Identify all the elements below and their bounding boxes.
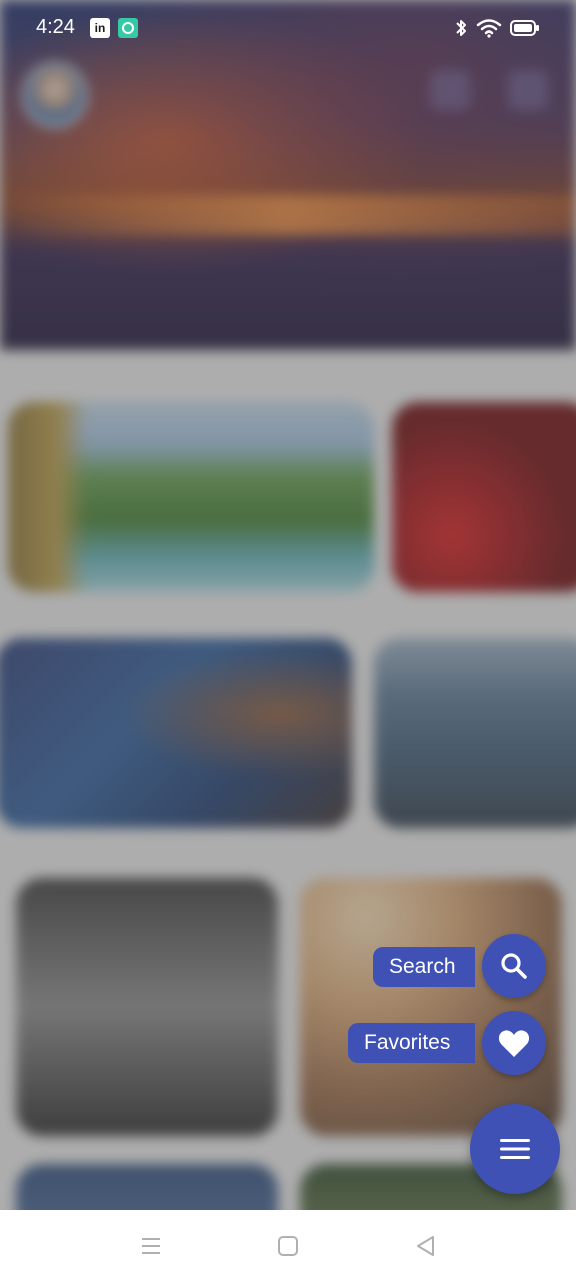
bluetooth-icon [456, 20, 466, 36]
status-icons [454, 16, 540, 40]
status-bar: 4:24 in [0, 0, 576, 56]
search-icon [501, 953, 527, 979]
chat-bubble-icon [118, 18, 138, 38]
favorites-action-label[interactable]: Favorites [348, 1023, 475, 1063]
status-time: 4:24 [36, 16, 75, 38]
menu-icon [500, 1139, 530, 1159]
nav-home-button[interactable] [274, 1232, 302, 1260]
linkedin-icon: in [90, 18, 110, 38]
home-icon [278, 1236, 298, 1256]
menu-icon [142, 1238, 160, 1254]
search-action-button[interactable] [482, 934, 546, 998]
nav-recents-button[interactable] [137, 1232, 165, 1260]
nav-back-button[interactable] [411, 1232, 439, 1260]
heart-icon [498, 1030, 530, 1057]
favorites-action-button[interactable] [482, 1011, 546, 1075]
back-icon [417, 1236, 434, 1256]
system-nav-bar [0, 1210, 576, 1280]
battery-icon [510, 20, 539, 36]
search-action-label[interactable]: Search [373, 947, 475, 987]
speed-dial-menu-button[interactable] [470, 1104, 560, 1194]
wifi-icon [476, 19, 502, 38]
